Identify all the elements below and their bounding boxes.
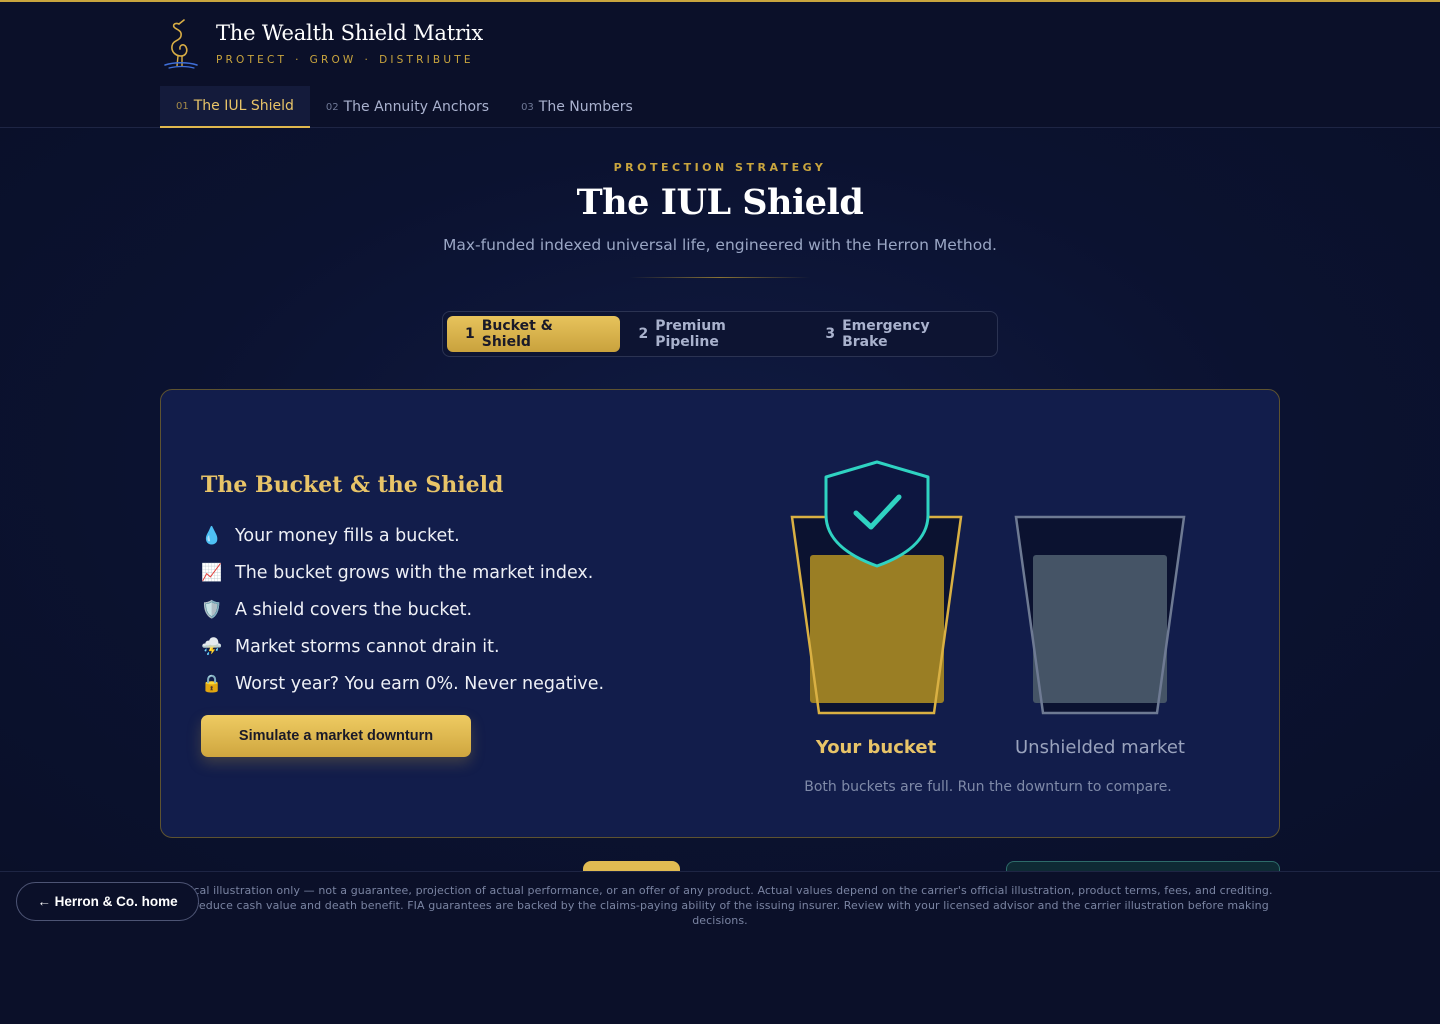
ibis-bird-logo	[164, 19, 198, 69]
legal-disclaimer: thetical illustration only — not a guara…	[167, 884, 1273, 927]
brand-title: The Wealth Shield Matrix	[216, 21, 483, 45]
step-number: 2	[638, 326, 649, 342]
storm-icon: ⛈️	[201, 636, 223, 657]
bucket-shield-card: The Bucket & the Shield 💧 Your money fil…	[160, 389, 1280, 838]
bucket-visualization	[790, 460, 1186, 715]
site-footer: thetical illustration only — not a guara…	[0, 871, 1440, 1024]
tab-label: The Numbers	[538, 99, 633, 115]
list-item: 📈 The bucket grows with the market index…	[201, 554, 604, 591]
card-title: The Bucket & the Shield	[201, 472, 504, 498]
page-subtitle: Max-funded indexed universal life, engin…	[443, 236, 997, 254]
step-label: Bucket & Shield	[481, 318, 553, 350]
tagline-distribute: DISTRIBUTE	[379, 54, 474, 66]
home-link-button[interactable]: ← Herron & Co. home	[16, 882, 199, 921]
simulate-downturn-button[interactable]: Simulate a market downturn	[201, 715, 471, 757]
main-nav: 01 The IUL Shield 02 The Annuity Anchors…	[160, 86, 649, 128]
step-emergency-brake[interactable]: 3 Emergency Brake	[807, 316, 993, 352]
page-title: The IUL Shield	[576, 182, 864, 223]
site-header: The Wealth Shield Matrix PROTECT · GROW · DI…	[0, 2, 1440, 128]
droplet-icon: 💧	[201, 525, 223, 546]
tab-label: The IUL Shield	[193, 98, 294, 114]
tagline-separator: ·	[364, 54, 372, 66]
list-item-text: Your money fills a bucket.	[235, 525, 460, 546]
your-bucket-label: Your bucket	[815, 737, 937, 758]
step-selector: 1 Bucket & Shield 2 Premium Pipeline 3 E…	[442, 311, 998, 357]
step-label: Premium Pipeline	[655, 318, 726, 350]
step-premium-pipeline[interactable]: 2 Premium Pipeline	[620, 316, 807, 352]
bucket-caption: Both buckets are full. Run the downturn …	[804, 779, 1172, 795]
tab-the-numbers[interactable]: 03 The Numbers	[505, 86, 649, 128]
lock-icon: 🔒	[201, 673, 223, 694]
list-item: ⛈️ Market storms cannot drain it.	[201, 628, 604, 665]
tagline-separator: ·	[295, 54, 302, 66]
tagline-grow: GROW	[309, 54, 357, 66]
unshielded-market-label: Unshielded market	[1015, 737, 1185, 758]
section-eyebrow: PROTECTION STRATEGY	[613, 161, 827, 174]
your-bucket-fill	[810, 555, 944, 703]
list-item-text: Market storms cannot drain it.	[235, 636, 500, 657]
tab-label: The Annuity Anchors	[343, 99, 490, 115]
shield-icon: 🛡️	[201, 599, 223, 620]
step-bucket-shield[interactable]: 1 Bucket & Shield	[447, 316, 621, 352]
list-item-text: A shield covers the bucket.	[235, 599, 473, 620]
chart-up-icon: 📈	[201, 562, 223, 583]
brand-tagline: PROTECT · GROW · DISTRIBUTE	[216, 54, 483, 66]
tab-annuity-anchors[interactable]: 02 The Annuity Anchors	[310, 86, 505, 128]
list-item: 💧 Your money fills a bucket.	[201, 517, 604, 554]
step-label: Emergency Brake	[842, 318, 930, 350]
tab-number: 03	[521, 101, 534, 113]
tagline-protect: PROTECT	[216, 54, 288, 66]
main-content: PROTECTION STRATEGY The IUL Shield Max-f…	[0, 128, 1440, 873]
unshielded-bucket-fill	[1033, 555, 1167, 703]
list-item-text: Worst year? You earn 0%. Never negative.	[235, 673, 605, 694]
list-item: 🔒 Worst year? You earn 0%. Never negativ…	[201, 665, 604, 702]
tab-number: 02	[325, 101, 339, 113]
tab-iul-shield[interactable]: 01 The IUL Shield	[160, 86, 310, 128]
explanation-list: 💧 Your money fills a bucket. 📈 The bucke…	[201, 517, 604, 702]
list-item: 🛡️ A shield covers the bucket.	[201, 591, 604, 628]
tab-number: 01	[176, 100, 189, 112]
title-divider	[630, 277, 810, 278]
list-item-text: The bucket grows with the market index.	[235, 562, 594, 583]
brand[interactable]: The Wealth Shield Matrix PROTECT · GROW · DI…	[160, 18, 483, 70]
step-number: 3	[825, 326, 836, 342]
step-number: 1	[465, 326, 475, 342]
